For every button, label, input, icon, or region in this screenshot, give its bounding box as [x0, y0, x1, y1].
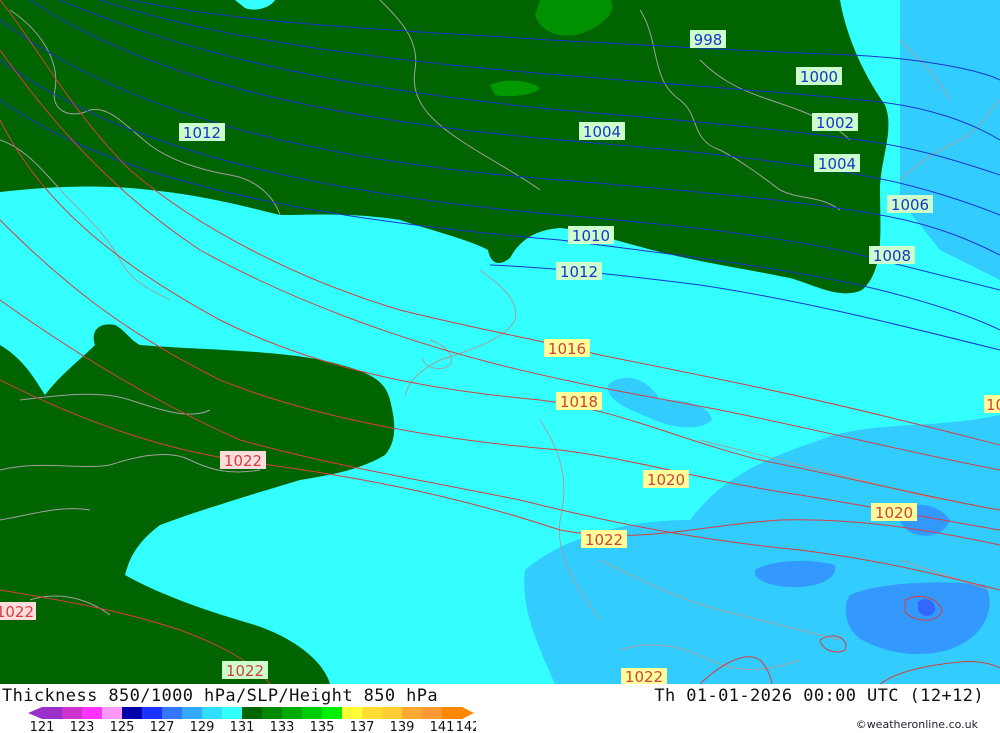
legend-swatch	[122, 707, 143, 719]
legend-swatch	[162, 707, 183, 719]
isobar-label-1018: 1018	[556, 392, 602, 411]
legend-tick-label: 133	[270, 720, 295, 732]
legend-tick-label: 127	[150, 720, 175, 732]
legend-swatch	[342, 707, 363, 719]
isobar-label-1022-edge: 1022	[0, 602, 36, 621]
isobar-label-1012-center: 1012	[556, 262, 602, 281]
isobar-label-998: 998	[690, 30, 726, 49]
svg-text:1000: 1000	[800, 68, 838, 86]
map-datetime: Th 01-01-2026 00:00 UTC (12+12)	[654, 686, 984, 706]
svg-text:1012: 1012	[560, 263, 598, 281]
legend-tick-label: 141	[430, 720, 455, 732]
legend-swatch	[42, 707, 63, 719]
svg-text:1006: 1006	[891, 196, 929, 214]
isobar-label-1020-center: 1020	[643, 470, 689, 489]
legend-swatch	[262, 707, 283, 719]
map-footer: Thickness 850/1000 hPa/SLP/Height 850 hP…	[0, 684, 1000, 733]
map-title: Thickness 850/1000 hPa/SLP/Height 850 hP…	[2, 686, 439, 706]
weather-map: 998 1000 1002 1004 1006 1008 1010 1012 1…	[0, 0, 1000, 684]
legend-swatch	[222, 707, 243, 719]
legend-swatch	[102, 707, 123, 719]
svg-text:1016: 1016	[548, 340, 586, 358]
svg-text:998: 998	[694, 31, 723, 49]
isobar-label-1022-west: 1022	[220, 451, 266, 470]
svg-text:1012: 1012	[183, 124, 221, 142]
legend-swatch	[402, 707, 423, 719]
isobar-label-1020-east: 1020	[871, 503, 917, 522]
thickness-color-legend: 121 123 125 127 129 131 133 135 137 139 141142	[28, 707, 476, 732]
svg-text:1018: 1018	[560, 393, 598, 411]
legend-tick-label: 121	[30, 720, 55, 732]
isobar-label-edge-east: 10	[984, 395, 1000, 414]
legend-arrow-right	[462, 707, 474, 719]
legend-tick-label: 129	[190, 720, 215, 732]
svg-text:1022: 1022	[226, 662, 264, 680]
isobar-label-1004-center: 1004	[579, 122, 625, 141]
legend-swatch	[382, 707, 403, 719]
legend-swatch	[82, 707, 103, 719]
legend-swatch	[422, 707, 443, 719]
svg-text:1004: 1004	[818, 155, 856, 173]
svg-text:1022: 1022	[0, 603, 34, 621]
svg-text:1020: 1020	[647, 471, 685, 489]
legend-swatch	[182, 707, 203, 719]
legend-swatch	[242, 707, 263, 719]
legend-tick-label: 137	[350, 720, 375, 732]
svg-text:1002: 1002	[816, 114, 854, 132]
legend-tick-label: 139	[390, 720, 415, 732]
isobar-label-1002: 1002	[812, 113, 858, 132]
legend-tick-label: 135	[310, 720, 335, 732]
svg-text:1004: 1004	[583, 123, 621, 141]
legend-tick-label: 142	[456, 720, 476, 732]
legend-swatch	[142, 707, 163, 719]
isobar-label-1004-east: 1004	[814, 154, 860, 173]
svg-text:10: 10	[986, 396, 1000, 414]
svg-text:1022: 1022	[585, 531, 623, 549]
svg-text:1020: 1020	[875, 504, 913, 522]
isobar-label-1016: 1016	[544, 339, 590, 358]
legend-swatch	[362, 707, 383, 719]
svg-text:1008: 1008	[873, 247, 911, 265]
isobar-label-1010: 1010	[568, 226, 614, 245]
isobar-label-1012-west: 1012	[179, 123, 225, 142]
svg-text:1022: 1022	[224, 452, 262, 470]
credit-link[interactable]: ©weatheronline.co.uk	[856, 718, 978, 731]
legend-arrow-left	[28, 707, 42, 719]
isobar-label-1000: 1000	[796, 67, 842, 86]
legend-swatch	[302, 707, 323, 719]
legend-tick-label: 131	[230, 720, 255, 732]
isobar-label-1022-center: 1022	[581, 530, 627, 549]
isobar-label-1008: 1008	[869, 246, 915, 265]
legend-swatch	[282, 707, 303, 719]
legend-swatch	[202, 707, 223, 719]
legend-swatch	[322, 707, 343, 719]
svg-text:1022: 1022	[625, 668, 663, 684]
svg-text:1010: 1010	[572, 227, 610, 245]
isobar-label-1022-southwest: 1022	[222, 661, 268, 680]
legend-swatch	[62, 707, 83, 719]
legend-tick-label: 125	[110, 720, 135, 732]
isobar-label-1006: 1006	[887, 195, 933, 214]
legend-tick-label: 123	[70, 720, 95, 732]
isobar-label-1022-south: 1022	[621, 668, 667, 684]
legend-swatch	[442, 707, 463, 719]
